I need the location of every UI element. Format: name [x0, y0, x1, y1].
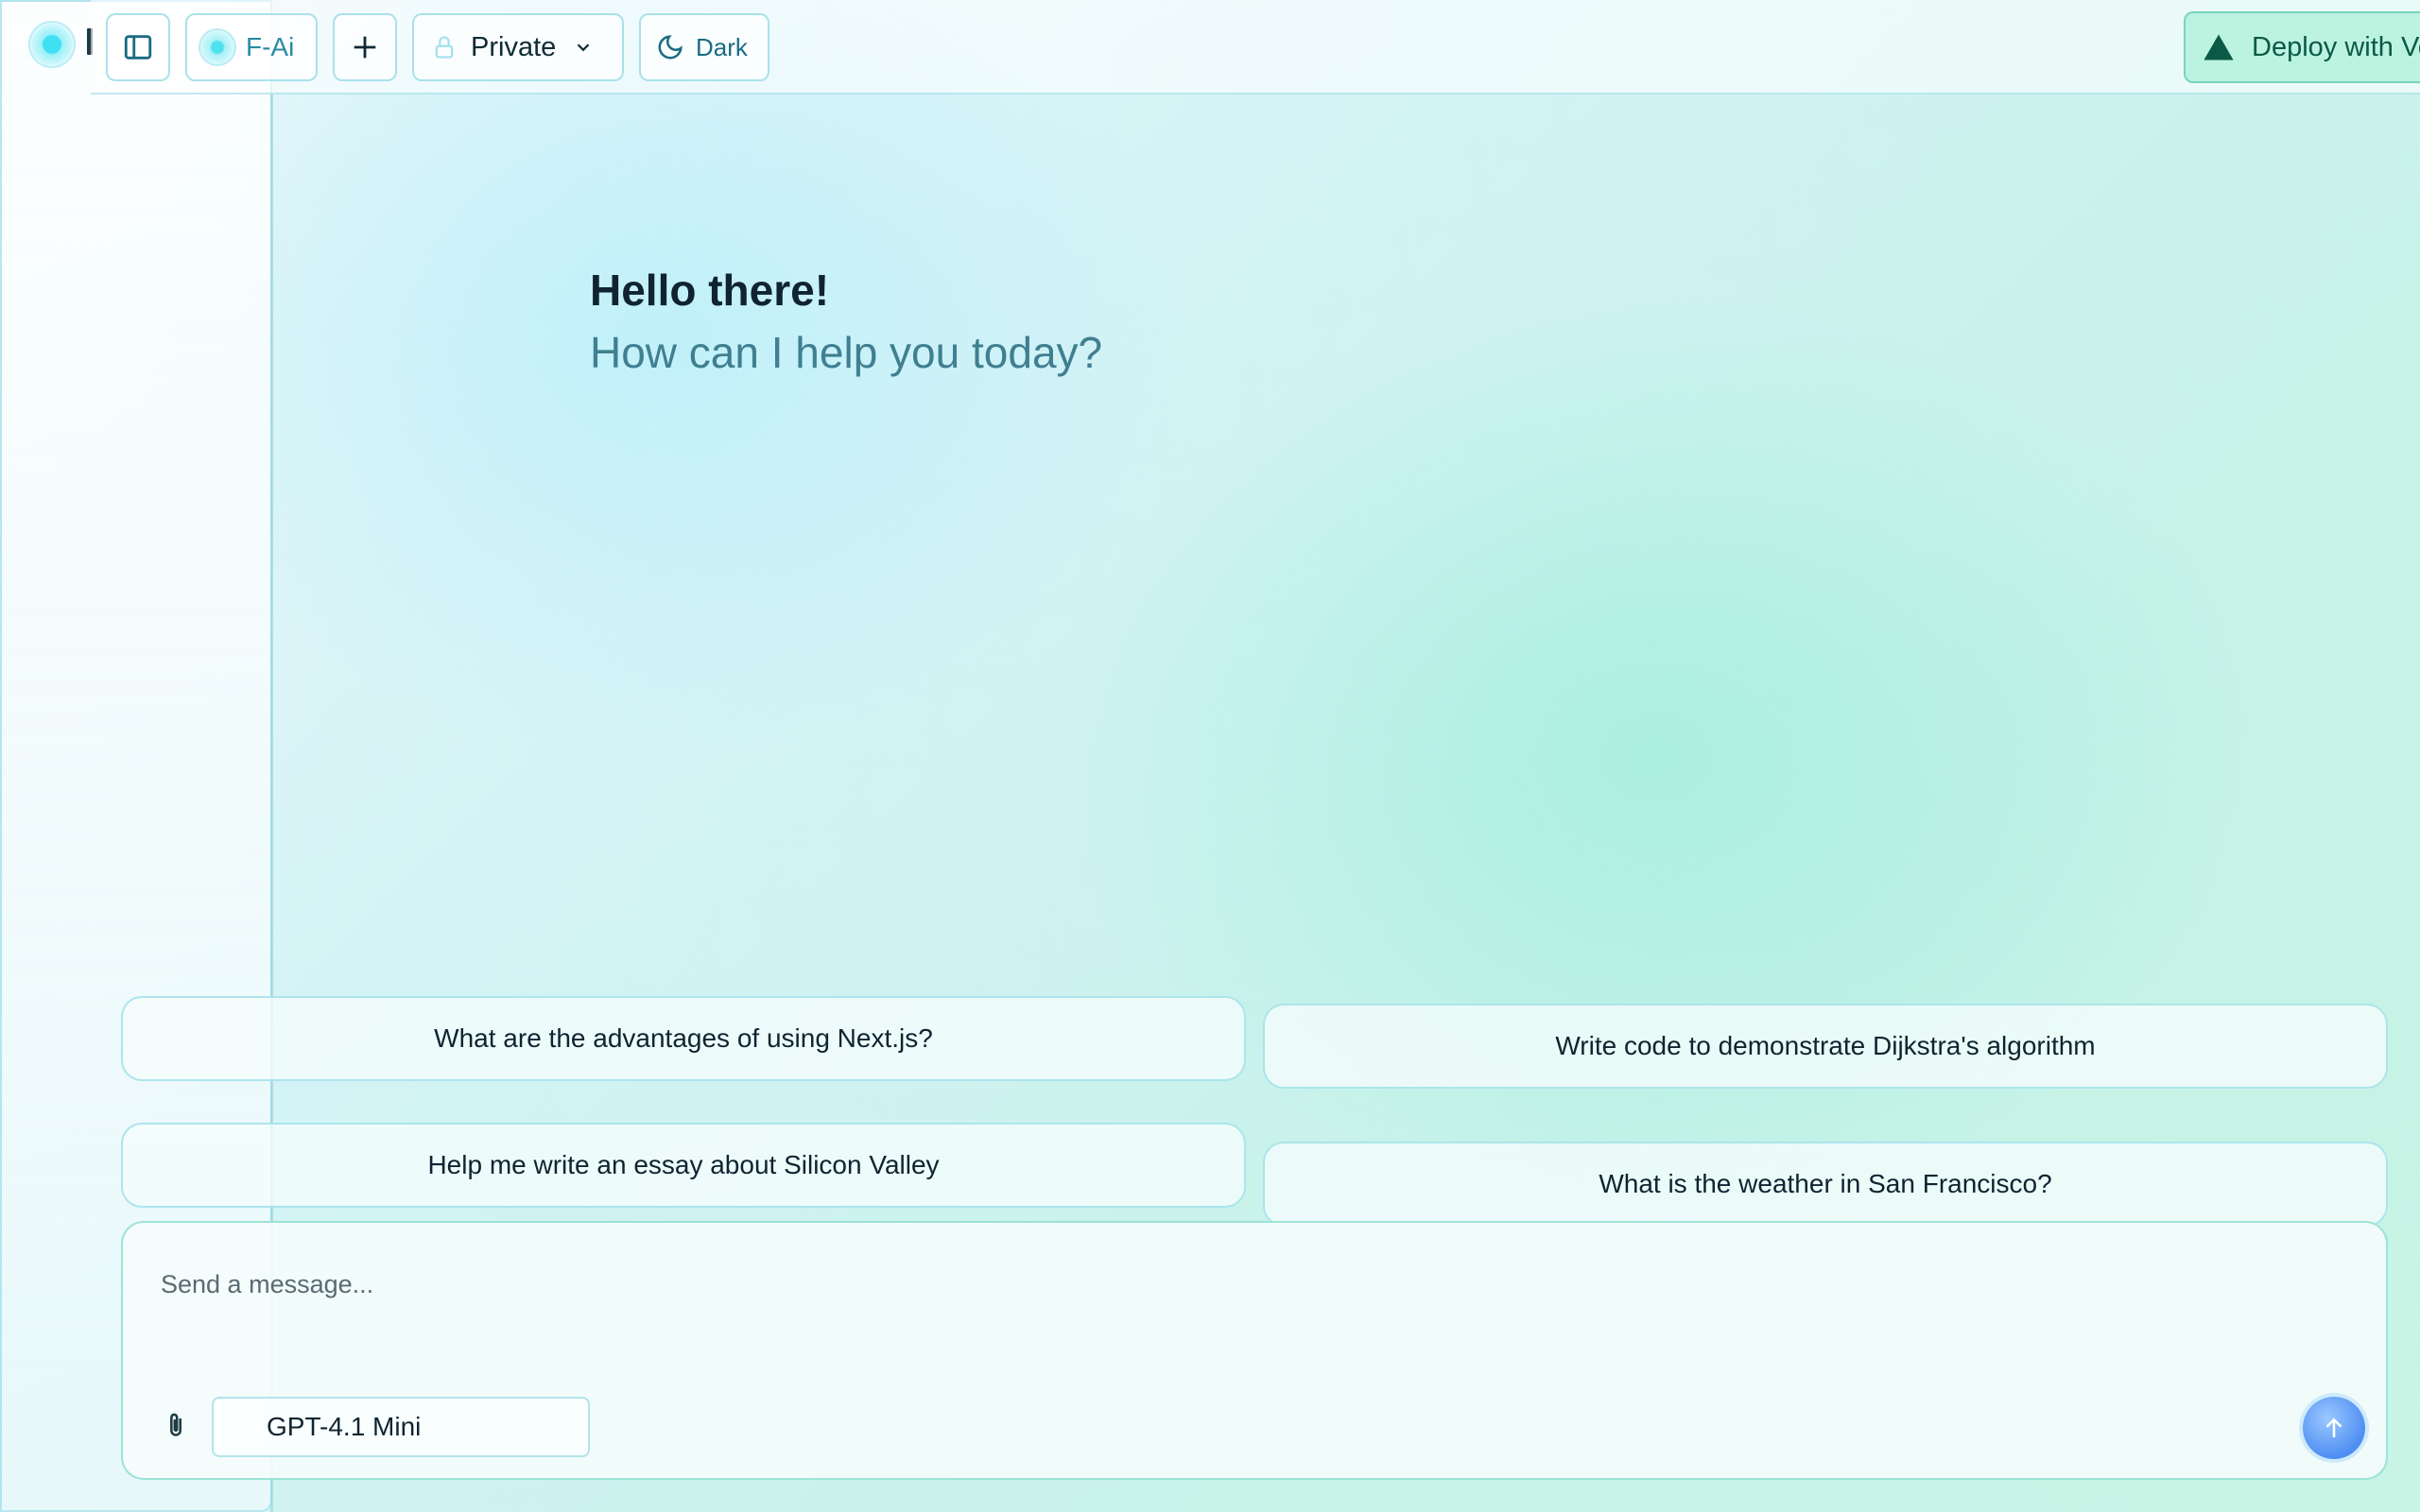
visibility-selector[interactable]: Private: [412, 13, 624, 81]
model-selector[interactable]: GPT-4.1 Mini: [212, 1397, 590, 1457]
message-input[interactable]: [161, 1261, 1957, 1308]
model-switcher-label: F-Ai: [246, 32, 295, 61]
lock-icon: [435, 36, 454, 59]
send-button[interactable]: [2303, 1397, 2365, 1459]
chevron-down-icon: [577, 43, 590, 52]
greeting-subtitle: How can I help you today?: [590, 328, 1103, 377]
suggestion-button[interactable]: What are the advantages of using Next.js…: [121, 996, 1246, 1081]
deploy-label: Deploy with Vercel: [2252, 31, 2420, 62]
moon-icon: [658, 35, 683, 60]
sidebar-toggle-button[interactable]: [106, 13, 170, 81]
arrow-up-icon: [2325, 1418, 2342, 1437]
paperclip-icon: [170, 1413, 182, 1436]
plus-icon: [354, 36, 376, 59]
vercel-triangle-icon: [2204, 34, 2234, 60]
new-chat-button[interactable]: [333, 13, 397, 81]
suggestion-button[interactable]: Help me write an essay about Silicon Val…: [121, 1123, 1246, 1208]
greeting-title: Hello there!: [590, 266, 830, 315]
theme-label: Dark: [696, 32, 748, 61]
attach-button[interactable]: [161, 1406, 191, 1444]
model-selector-label: GPT-4.1 Mini: [267, 1412, 422, 1441]
suggestion-button[interactable]: What is the weather in San Francisco?: [1263, 1142, 2388, 1227]
sidebar-toggle-icon: [124, 35, 152, 60]
suggestion-button[interactable]: Write code to demonstrate Dijkstra's alg…: [1263, 1004, 2388, 1089]
app-logo-icon[interactable]: [30, 23, 74, 66]
model-switcher-button[interactable]: F-Ai: [185, 13, 318, 81]
deploy-button[interactable]: Deploy with Vercel: [2184, 11, 2420, 83]
message-composer: GPT-4.1 Mini: [121, 1221, 2388, 1480]
top-bar: F-Ai Private Dark Deploy with Vercel: [91, 0, 2420, 94]
model-logo-icon: [200, 30, 234, 64]
theme-toggle-button[interactable]: Dark: [639, 13, 769, 81]
visibility-label: Private: [471, 31, 557, 62]
